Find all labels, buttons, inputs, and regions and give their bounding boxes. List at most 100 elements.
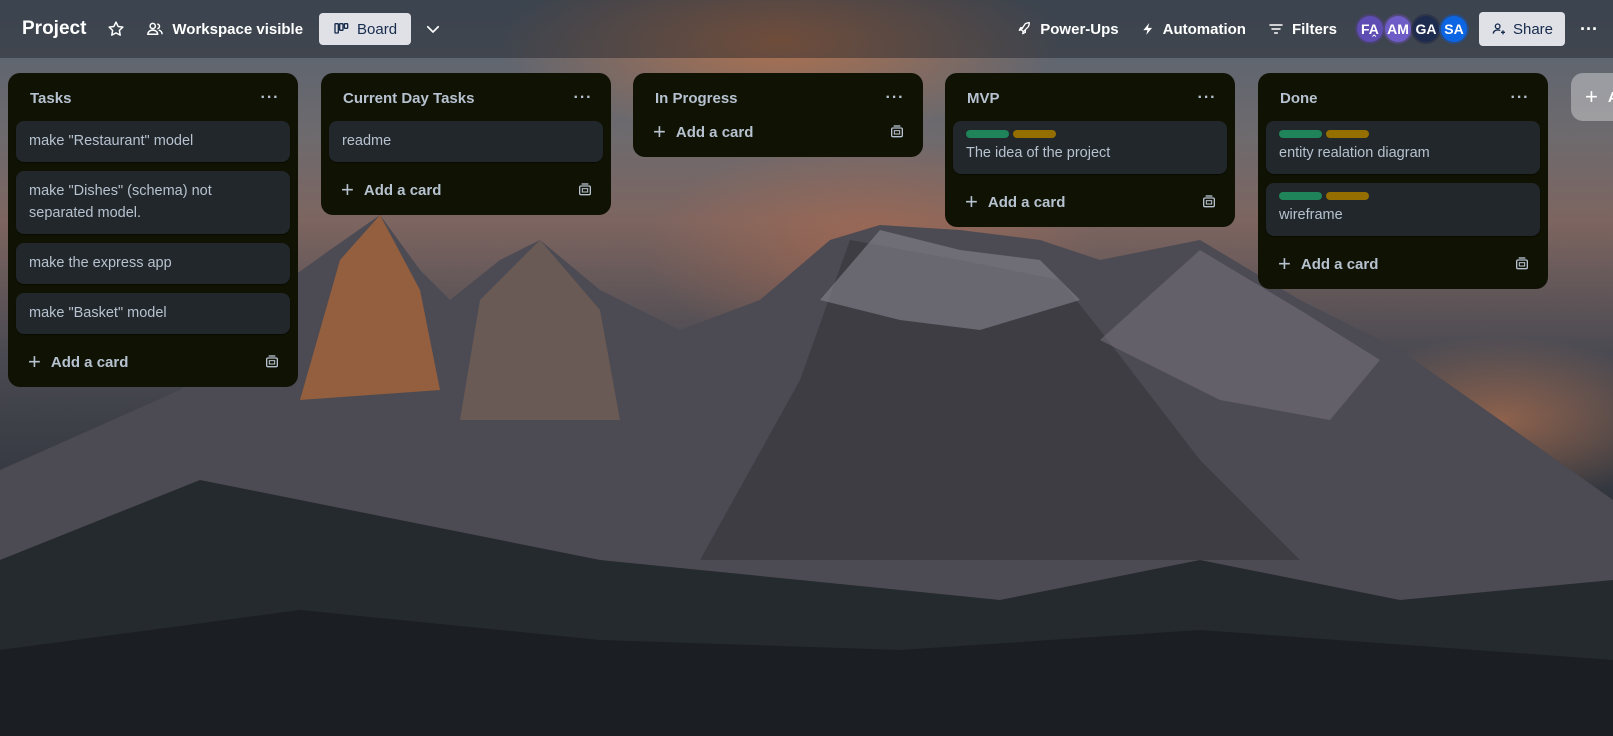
avatar[interactable]: AM [1382,14,1413,44]
card[interactable]: make "Basket" model [16,293,290,334]
power-ups-label: Power-Ups [1040,20,1119,38]
add-card-button[interactable]: + Add a card [653,119,754,144]
filters-label: Filters [1291,20,1337,38]
add-card-button[interactable]: + Add a card [1278,251,1379,276]
list-title[interactable]: In Progress [655,90,738,107]
lightning-icon [1142,23,1152,35]
add-card-label: Add a card [675,123,754,141]
card[interactable]: entity realation diagram [1266,121,1540,174]
card-title: make the express app [29,255,172,271]
plus-icon: + [653,119,666,144]
list-menu-button[interactable]: ··· [1506,89,1534,107]
list-current-day-tasks: Current Day Tasks ··· readme + Add a card [321,73,611,215]
rocket-icon [1018,22,1031,35]
template-icon[interactable] [264,354,280,370]
list-header: Current Day Tasks ··· [329,81,603,115]
card[interactable]: wireframe [1266,183,1540,236]
member-avatars: FA ⌃ AM GA SA [1354,14,1469,44]
automation-label: Automation [1162,20,1246,38]
template-icon[interactable] [577,182,593,198]
card[interactable]: readme [329,121,603,162]
chevron-down-icon [427,25,440,33]
board-menu-button[interactable]: ··· [1571,13,1607,45]
card[interactable]: make the express app [16,243,290,284]
avatar-initials: GA [1415,21,1437,37]
views-dropdown-button[interactable] [417,13,449,45]
power-ups-button[interactable]: Power-Ups [1008,13,1126,45]
list-tasks: Tasks ··· make "Restaurant" model make "… [8,73,298,387]
card-title: The idea of the project [966,145,1111,161]
plus-icon: + [28,349,41,374]
filter-icon [1269,24,1283,34]
add-card-row: + Add a card [953,183,1227,221]
star-button[interactable] [100,13,132,45]
label-yellow[interactable] [1013,130,1056,138]
automation-button[interactable]: Automation [1133,13,1254,45]
list-menu-button[interactable]: ··· [256,89,284,107]
list-done: Done ··· entity realation diagram wirefr… [1258,73,1548,289]
avatar[interactable]: SA [1438,14,1469,44]
view-label: Board [357,20,398,38]
add-list-label: A [1608,89,1613,106]
board-icon [334,23,349,34]
add-card-row: + Add a card [329,171,603,209]
add-card-button[interactable]: + Add a card [341,177,442,202]
avatar[interactable]: GA [1410,14,1441,44]
list-title[interactable]: Done [1280,90,1318,107]
board-title[interactable]: Project [22,18,86,40]
add-card-label: Add a card [50,353,129,371]
visibility-label: Workspace visible [172,20,304,38]
label-green[interactable] [966,130,1009,138]
filters-button[interactable]: Filters [1260,13,1345,45]
add-card-label: Add a card [1300,255,1379,273]
list-menu-button[interactable]: ··· [881,89,909,107]
template-icon[interactable] [1514,256,1530,272]
board-view-button[interactable]: Board [319,13,412,45]
list-mvp: MVP ··· The idea of the project + Add a c… [945,73,1235,227]
people-icon [147,22,164,35]
board-header: Project Workspace visible Board Power-Up… [0,0,1613,58]
list-in-progress: In Progress ··· + Add a card [633,73,923,157]
label-yellow[interactable] [1326,130,1369,138]
header-actions: Power-Ups Automation Filters FA ⌃ AM GA S… [1008,12,1613,46]
add-card-button[interactable]: + Add a card [28,349,129,374]
template-icon[interactable] [1201,194,1217,210]
admin-chevron-icon: ⌃ [1370,33,1378,43]
plus-icon: + [341,177,354,202]
card-title: make "Basket" model [29,305,167,321]
list-title[interactable]: Current Day Tasks [343,90,474,107]
template-icon[interactable] [889,124,905,140]
label-green[interactable] [1279,130,1322,138]
avatar-initials: SA [1444,21,1464,37]
add-card-row: + Add a card [16,343,290,381]
card-labels [1279,130,1527,138]
card[interactable]: make "Restaurant" model [16,121,290,162]
add-card-label: Add a card [363,181,442,199]
list-title[interactable]: Tasks [30,90,71,107]
card-title: make "Restaurant" model [29,133,194,149]
add-list-button[interactable]: + A [1571,73,1613,121]
list-title[interactable]: MVP [967,90,1000,107]
card-title: wireframe [1279,207,1343,223]
add-person-icon [1492,23,1505,35]
visibility-button[interactable]: Workspace visible [138,13,311,45]
plus-icon: + [1278,251,1291,276]
list-header: Tasks ··· [16,81,290,115]
card[interactable]: make "Dishes" (schema) not separated mod… [16,171,290,234]
card[interactable]: The idea of the project [953,121,1227,174]
label-yellow[interactable] [1326,192,1369,200]
share-button[interactable]: Share [1478,12,1565,46]
label-green[interactable] [1279,192,1322,200]
list-menu-button[interactable]: ··· [1193,89,1221,107]
list-header: Done ··· [1266,81,1540,115]
add-card-label: Add a card [987,193,1066,211]
avatar[interactable]: FA ⌃ [1354,14,1385,44]
add-card-button[interactable]: + Add a card [965,191,1066,213]
list-header: MVP ··· [953,81,1227,115]
list-header: In Progress ··· [641,81,915,115]
list-menu-button[interactable]: ··· [569,89,597,107]
star-icon [108,21,124,36]
card-labels [1279,192,1527,200]
add-card-row: + Add a card [1266,245,1540,283]
avatar-initials: AM [1387,21,1409,37]
